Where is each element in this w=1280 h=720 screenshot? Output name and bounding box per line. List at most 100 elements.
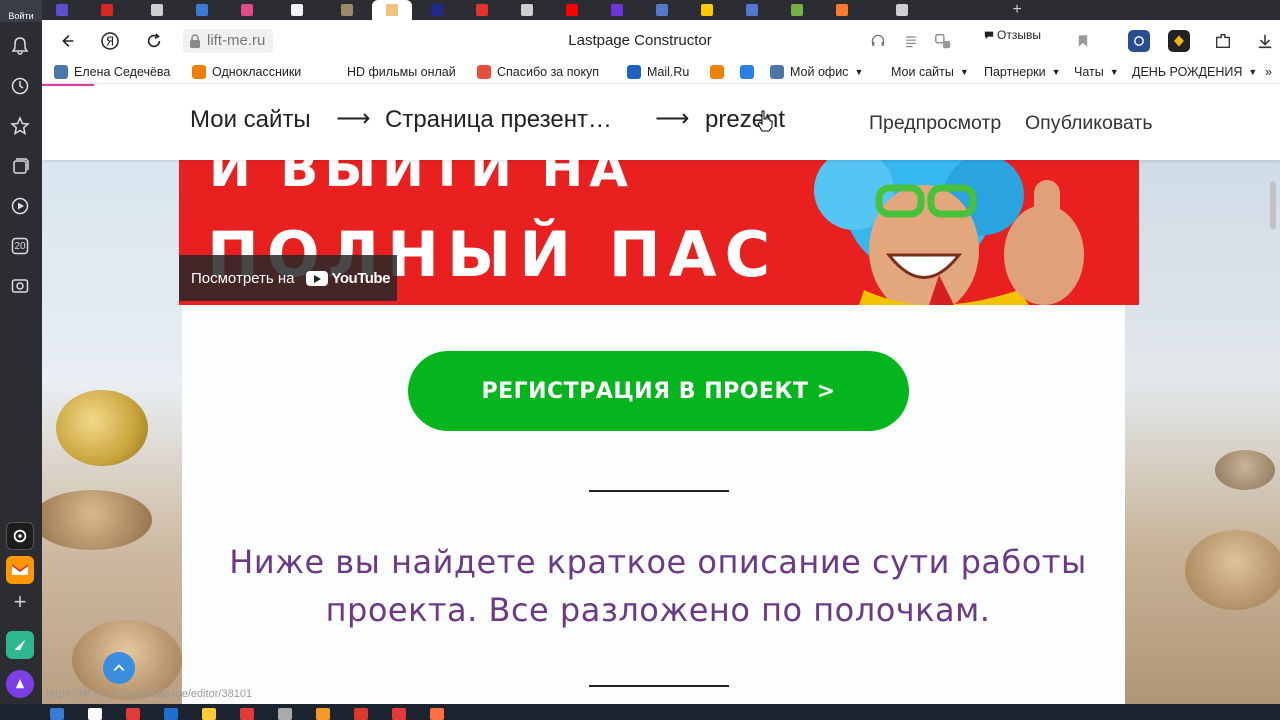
browser-tab[interactable] <box>137 0 177 20</box>
wallet-extension-icon[interactable] <box>1168 30 1190 52</box>
taskbar-app-icon[interactable] <box>164 708 178 720</box>
browser-tab[interactable] <box>417 0 457 20</box>
vpn-extension-icon[interactable] <box>1128 30 1150 52</box>
counter-icon[interactable]: 20 <box>9 235 31 257</box>
taskbar-app-icon[interactable] <box>354 708 368 720</box>
bookmark-favicon-icon <box>710 65 724 79</box>
tab-favicon-icon <box>291 4 303 16</box>
play-icon[interactable] <box>9 195 31 217</box>
tab-favicon-icon <box>101 4 113 16</box>
bookmark-label: Мой офис <box>790 65 849 79</box>
page-scrollbar[interactable] <box>1270 181 1276 229</box>
taskbar-app-icon[interactable] <box>392 708 406 720</box>
browser-tab[interactable] <box>87 0 127 20</box>
browser-tab[interactable] <box>642 0 682 20</box>
browser-tab[interactable] <box>372 0 412 20</box>
collections-icon[interactable] <box>9 155 31 177</box>
browser-tab[interactable] <box>327 0 367 20</box>
tab-favicon-icon <box>566 4 578 16</box>
bookmarks-bar: Елена Седечёва Одноклассники HD фильмы онл… <box>42 62 1280 84</box>
messenger-app-icon[interactable] <box>6 631 34 659</box>
bookmark-item[interactable]: Партнерки ▼ <box>984 65 1061 79</box>
speech-bubble-icon <box>984 31 994 40</box>
bookmark-item[interactable]: Мои сайты ▼ <box>891 65 969 79</box>
reader-icon[interactable] <box>900 30 922 52</box>
browser-tab[interactable] <box>507 0 547 20</box>
bookmark-item[interactable]: HD фильмы онлай <box>327 65 456 79</box>
scroll-to-top-button[interactable] <box>103 652 135 684</box>
address-bar: Я lift-me.ru Lastpage Constructor Отзывы <box>42 20 1280 62</box>
section-divider <box>589 490 729 492</box>
login-button[interactable]: Войти <box>0 0 42 22</box>
bookmark-item[interactable] <box>710 65 724 79</box>
taskbar-app-icon[interactable] <box>240 708 254 720</box>
publish-button[interactable]: Опубликовать <box>1025 112 1153 135</box>
tab-favicon-icon <box>521 4 533 16</box>
preview-button[interactable]: Предпросмотр <box>869 112 1001 135</box>
bookmark-icon[interactable] <box>1072 30 1094 52</box>
bookmark-item[interactable]: Одноклассники <box>192 65 301 79</box>
youtube-video-embed[interactable]: И ВЫЙТИ НА ПОЛНЫЙ ПАССИВ! Посмотреть на … <box>179 160 1139 305</box>
add-panel-icon[interactable]: + <box>6 588 34 616</box>
bookmark-item[interactable]: Мой офис ▼ <box>770 65 863 79</box>
download-icon[interactable] <box>1254 30 1276 52</box>
taskbar-app-icon[interactable] <box>88 708 102 720</box>
register-project-button[interactable]: РЕГИСТРАЦИЯ В ПРОЕКТ > <box>408 351 909 431</box>
bookmark-item[interactable]: Елена Седечёва <box>54 65 170 79</box>
description-line-2: проекта. Все разложено по полочкам. <box>325 591 991 629</box>
bell-icon[interactable] <box>9 35 31 57</box>
browser-tab[interactable] <box>277 0 317 20</box>
browser-tab[interactable] <box>552 0 592 20</box>
tab-favicon-icon <box>656 4 668 16</box>
reload-icon[interactable] <box>143 30 165 52</box>
taskbar-app-icon[interactable] <box>50 708 64 720</box>
mail-app-icon[interactable] <box>6 556 34 584</box>
taskbar-app-icon[interactable] <box>126 708 140 720</box>
dropdown-caret-icon: ▼ <box>1051 67 1061 77</box>
breadcrumb-my-sites[interactable]: Мои сайты <box>190 106 311 134</box>
browser-tab[interactable] <box>42 0 82 20</box>
bookmark-item[interactable]: Mail.Ru <box>627 65 689 79</box>
browser-tab[interactable] <box>687 0 727 20</box>
headphones-icon[interactable] <box>867 30 889 52</box>
breadcrumb-page[interactable]: Страница презент… <box>385 106 612 134</box>
bookmark-item[interactable]: Спасибо за покуп <box>477 65 599 79</box>
taskbar-app-icon[interactable] <box>202 708 216 720</box>
lock-icon <box>190 34 200 48</box>
star-icon[interactable] <box>9 115 31 137</box>
bookmark-item[interactable]: Чаты ▼ <box>1074 65 1119 79</box>
yandex-icon[interactable]: Я <box>99 30 121 52</box>
bookmark-item[interactable] <box>740 65 754 79</box>
editor-toolbar: Мои сайты ⟶ Страница презент… ⟶ prezent … <box>42 84 1280 160</box>
back-icon[interactable] <box>56 30 78 52</box>
screenshot-icon[interactable] <box>9 275 31 297</box>
reviews-button[interactable]: Отзывы <box>984 28 1041 42</box>
browser-tab[interactable] <box>732 0 772 20</box>
history-icon[interactable] <box>9 75 31 97</box>
browser-tab[interactable] <box>462 0 502 20</box>
browser-tab[interactable] <box>882 0 922 20</box>
extensions-badge-icon[interactable] <box>932 30 954 52</box>
alice-voice-icon[interactable] <box>6 670 34 698</box>
taskbar-app-icon[interactable] <box>430 708 444 720</box>
bookmark-item[interactable]: ДЕНЬ РОЖДЕНИЯ ▼ <box>1132 65 1257 79</box>
taskbar-app-icon[interactable] <box>316 708 330 720</box>
browser-tab[interactable] <box>777 0 817 20</box>
url-field[interactable]: lift-me.ru <box>183 29 274 53</box>
more-bookmarks-icon[interactable]: » <box>1265 65 1272 79</box>
browser-tab[interactable] <box>227 0 267 20</box>
tab-favicon-icon <box>746 4 758 16</box>
watch-on-youtube-button[interactable]: Посмотреть на YouTube <box>179 255 397 301</box>
browser-tab[interactable] <box>597 0 637 20</box>
alice-app-icon[interactable] <box>6 522 34 550</box>
extensions-icon[interactable] <box>1212 30 1234 52</box>
breadcrumb-current[interactable]: prezent <box>705 106 785 134</box>
taskbar-app-icon[interactable] <box>278 708 292 720</box>
bookmark-label: Спасибо за покуп <box>497 65 600 79</box>
browser-tab[interactable] <box>182 0 222 20</box>
section-divider <box>589 685 729 687</box>
status-bar-url: https://lift-me.ru/app/lastpage/editor/3… <box>46 688 253 700</box>
browser-tab[interactable] <box>822 0 862 20</box>
bookmark-label: Mail.Ru <box>647 65 690 79</box>
new-tab-icon[interactable]: + <box>997 0 1037 20</box>
